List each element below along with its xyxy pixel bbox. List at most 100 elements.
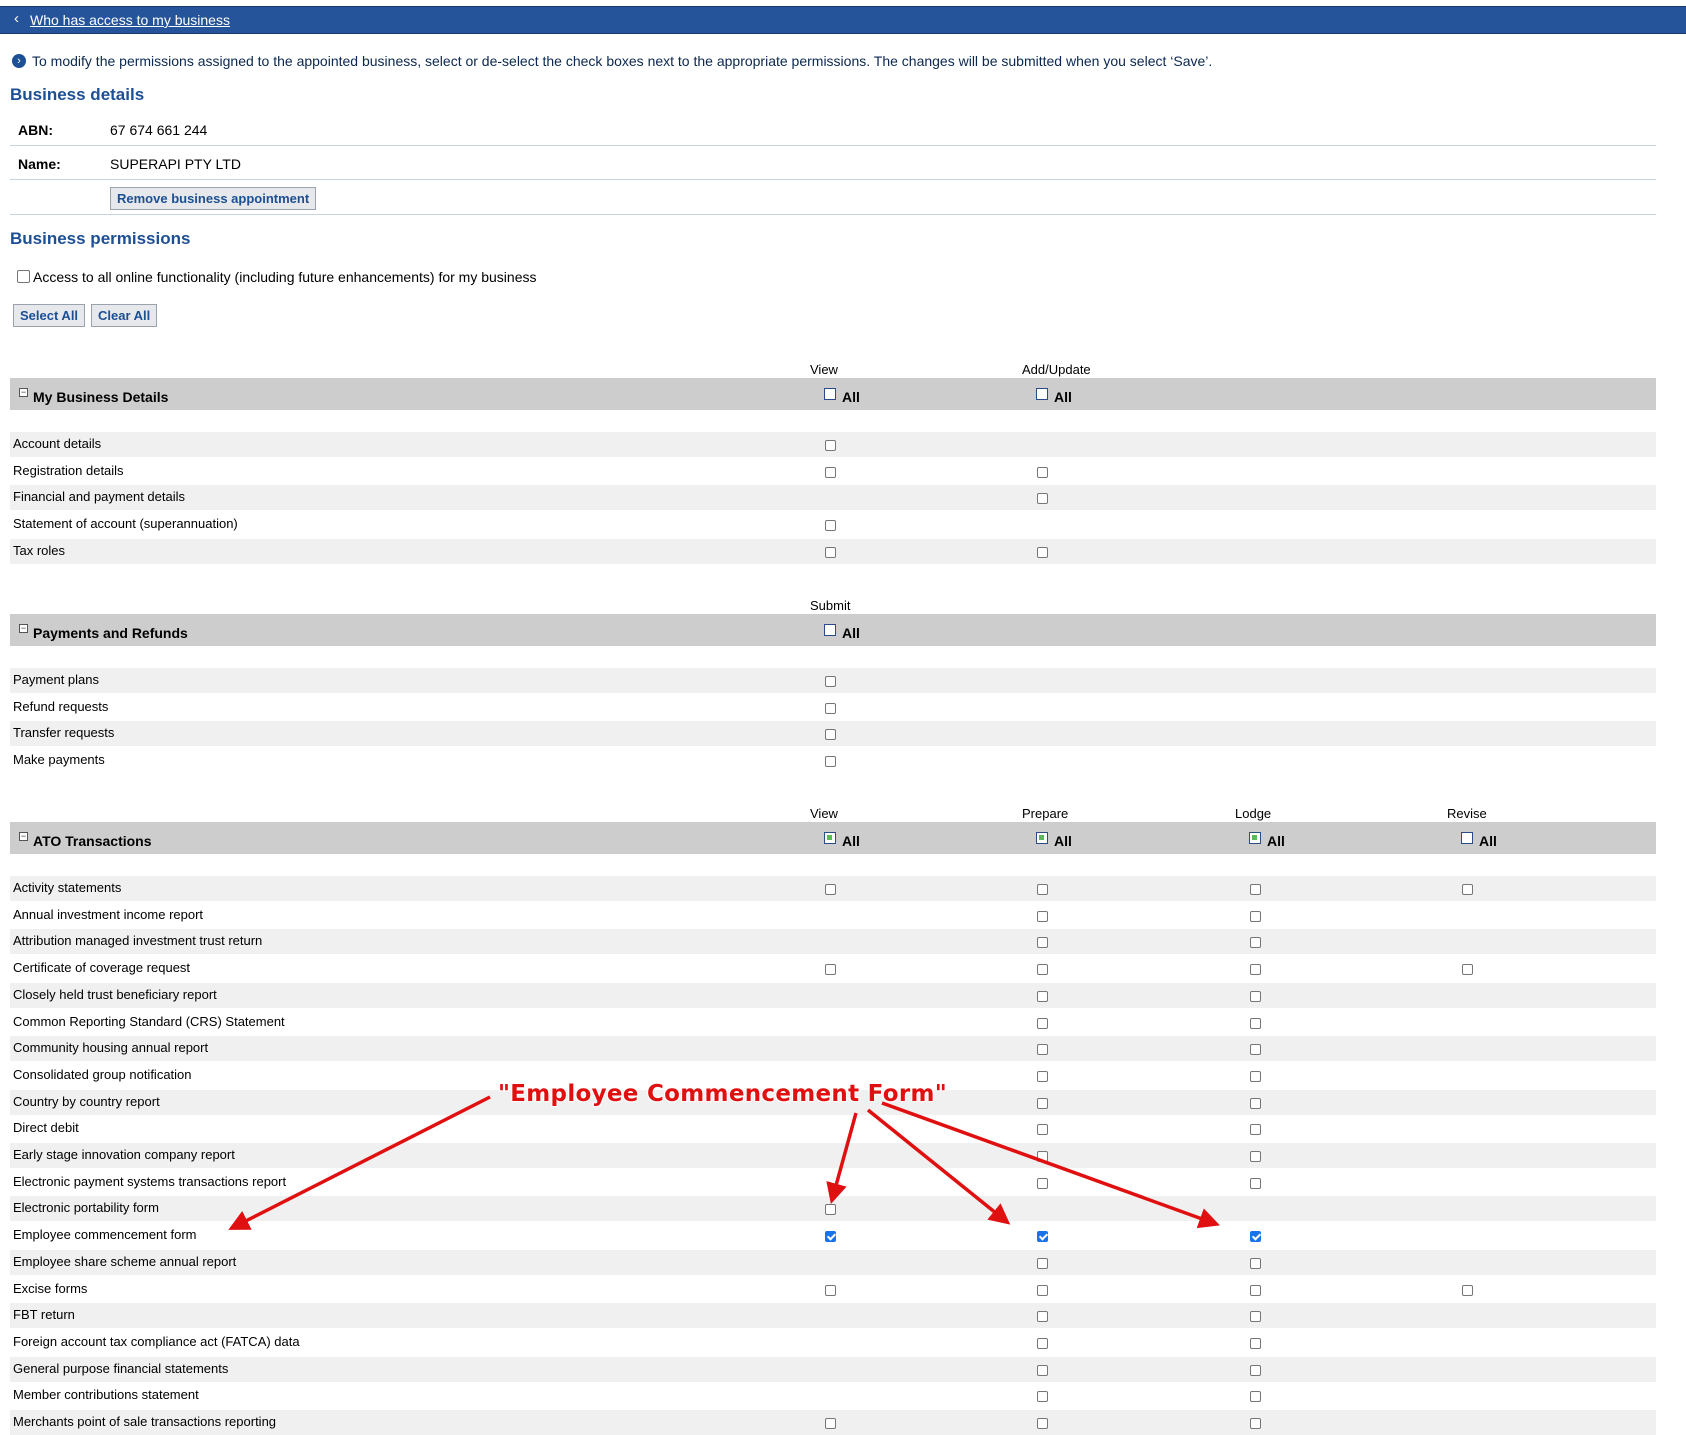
back-link[interactable]: Who has access to my business <box>30 12 230 28</box>
select-all-column-checkbox[interactable] <box>824 832 836 844</box>
permission-checkbox[interactable] <box>825 520 836 532</box>
permission-checkbox[interactable] <box>825 1418 836 1429</box>
permission-checkbox[interactable] <box>1037 910 1048 922</box>
permission-checkbox[interactable] <box>1250 1044 1261 1056</box>
permission-label: Activity statements <box>13 880 122 895</box>
name-label: Name: <box>18 156 61 172</box>
permission-checkbox[interactable] <box>1250 1257 1261 1269</box>
permission-checkbox[interactable] <box>825 702 836 714</box>
column-heading-prepare: Prepare <box>1022 806 1069 821</box>
permission-checkbox[interactable] <box>1037 884 1048 895</box>
permission-label: Employee share scheme annual report <box>13 1253 237 1269</box>
permission-label: General purpose financial statements <box>13 1360 229 1376</box>
permission-checkbox[interactable] <box>1250 937 1261 949</box>
permission-label: Registration details <box>13 462 124 478</box>
column-heading-revise: Revise <box>1447 806 1487 821</box>
permission-checkbox[interactable] <box>1037 493 1048 505</box>
permission-checkbox[interactable] <box>1250 1364 1261 1376</box>
permission-row: Registration details <box>10 459 1656 484</box>
permission-row: Excise forms <box>10 1277 1656 1302</box>
permission-checkbox[interactable] <box>1250 1097 1261 1109</box>
permission-checkbox[interactable] <box>825 1284 836 1296</box>
info-message: › To modify the permissions assigned to t… <box>12 53 1212 69</box>
permission-label: Direct debit <box>13 1120 79 1136</box>
permission-checkbox[interactable] <box>1037 1097 1048 1109</box>
permission-checkbox[interactable] <box>1250 1070 1261 1082</box>
permission-checkbox[interactable] <box>1250 1284 1261 1296</box>
permission-checkbox[interactable] <box>825 1231 836 1243</box>
permission-checkbox[interactable] <box>1462 964 1473 976</box>
collapse-icon[interactable]: − <box>19 832 28 841</box>
permission-checkbox[interactable] <box>1250 1418 1261 1429</box>
permission-checkbox[interactable] <box>825 964 836 976</box>
permission-row: Payment plans <box>10 668 1656 693</box>
select-all-column-checkbox[interactable] <box>1036 388 1048 400</box>
select-all-column-checkbox[interactable] <box>1461 832 1473 844</box>
permission-row: General purpose financial statements <box>10 1356 1656 1382</box>
permission-checkbox[interactable] <box>1462 884 1473 895</box>
permission-checkbox[interactable] <box>1037 466 1048 478</box>
permission-checkbox[interactable] <box>1037 964 1048 976</box>
permission-row: Annual investment income report <box>10 903 1656 928</box>
permission-checkbox[interactable] <box>1250 1151 1261 1162</box>
permission-checkbox[interactable] <box>1250 1231 1261 1243</box>
select-all-column-checkbox[interactable] <box>1036 832 1048 844</box>
select-all-column-checkbox[interactable] <box>824 388 836 400</box>
permission-checkbox[interactable] <box>825 546 836 558</box>
permission-checkbox[interactable] <box>1037 1284 1048 1296</box>
permission-checkbox[interactable] <box>1037 1124 1048 1136</box>
permission-checkbox[interactable] <box>825 440 836 451</box>
permission-checkbox[interactable] <box>1037 1231 1048 1243</box>
permission-checkbox[interactable] <box>1037 1177 1048 1189</box>
permission-checkbox[interactable] <box>1037 1364 1048 1376</box>
permission-checkbox[interactable] <box>1250 1124 1261 1136</box>
permission-checkbox[interactable] <box>1037 937 1048 949</box>
collapse-icon[interactable]: − <box>19 624 28 633</box>
permission-checkbox[interactable] <box>1462 1284 1473 1296</box>
permission-checkbox[interactable] <box>1250 884 1261 895</box>
permission-label: Foreign account tax compliance act (FATC… <box>13 1333 300 1349</box>
permission-row: Activity statements <box>10 876 1656 901</box>
permission-checkbox[interactable] <box>1037 1311 1048 1323</box>
permission-checkbox[interactable] <box>825 729 836 741</box>
permission-checkbox[interactable] <box>1250 910 1261 922</box>
permission-checkbox[interactable] <box>1250 964 1261 976</box>
collapse-icon[interactable]: − <box>19 388 28 397</box>
clear-all-button[interactable]: Clear All <box>91 304 158 327</box>
permission-checkbox[interactable] <box>825 884 836 895</box>
permission-checkbox[interactable] <box>1037 1044 1048 1056</box>
permission-row: Attribution managed investment trust ret… <box>10 929 1656 955</box>
permission-row: Make payments <box>10 748 1656 773</box>
permission-row: Merchants point of sale transactions rep… <box>10 1410 1656 1435</box>
permission-checkbox[interactable] <box>1037 546 1048 558</box>
permission-checkbox[interactable] <box>1250 1177 1261 1189</box>
permission-checkbox[interactable] <box>1037 1017 1048 1029</box>
column-heading-view: View <box>810 362 838 377</box>
access-all-checkbox[interactable] <box>17 270 30 283</box>
name-row: Name: SUPERAPI PTY LTD <box>10 146 1656 180</box>
select-all-column-checkbox[interactable] <box>824 624 836 636</box>
permission-checkbox[interactable] <box>825 676 836 687</box>
permission-checkbox[interactable] <box>1037 990 1048 1002</box>
permission-checkbox[interactable] <box>1250 1017 1261 1029</box>
permission-checkbox[interactable] <box>1037 1257 1048 1269</box>
remove-appointment-button[interactable]: Remove business appointment <box>110 187 317 210</box>
permission-checkbox[interactable] <box>1037 1418 1048 1429</box>
business-details-heading: Business details <box>10 85 145 104</box>
permission-checkbox[interactable] <box>1250 1391 1261 1403</box>
select-all-button[interactable]: Select All <box>13 304 86 327</box>
permission-checkbox[interactable] <box>825 1204 836 1216</box>
permission-checkbox[interactable] <box>825 756 836 768</box>
permission-checkbox[interactable] <box>1037 1151 1048 1162</box>
nav-bar: ‹ Who has access to my business <box>0 6 1686 34</box>
all-label: All <box>1054 833 1072 849</box>
select-all-column-checkbox[interactable] <box>1249 832 1261 844</box>
permission-checkbox[interactable] <box>1250 1337 1261 1349</box>
permission-checkbox[interactable] <box>825 466 836 478</box>
permission-checkbox[interactable] <box>1037 1337 1048 1349</box>
permission-checkbox[interactable] <box>1250 1311 1261 1323</box>
permission-checkbox[interactable] <box>1037 1391 1048 1403</box>
access-all-label: Access to all online functionality (incl… <box>33 269 537 285</box>
permission-checkbox[interactable] <box>1250 990 1261 1002</box>
permission-checkbox[interactable] <box>1037 1070 1048 1082</box>
